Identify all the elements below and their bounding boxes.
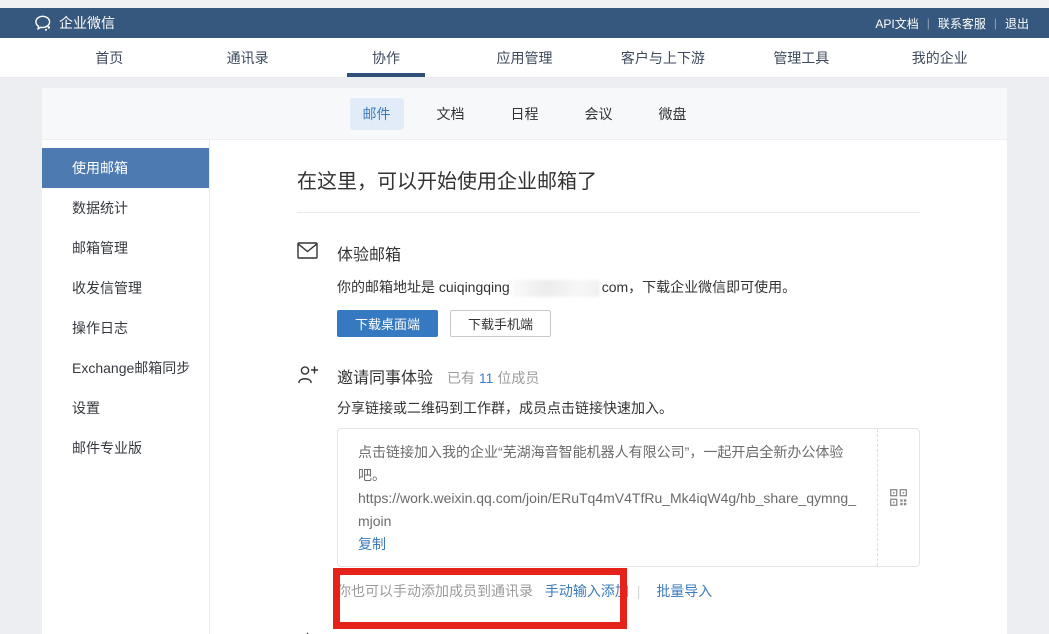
qr-code-icon[interactable] [890, 489, 907, 506]
topbar: 企业微信 API文档 | 联系客服 | 退出 [0, 8, 1049, 38]
add-person-icon [297, 364, 337, 601]
download-mobile-button[interactable]: 下载手机端 [450, 310, 551, 337]
member-count-number: 11 [479, 370, 494, 386]
logout-link[interactable]: 退出 [997, 15, 1037, 32]
wework-logo-icon [34, 14, 53, 33]
email-address-suffix: com，下载企业微信即可使用。 [602, 279, 796, 295]
nav-tab-my-company[interactable]: 我的企业 [895, 38, 985, 77]
nav-tab-contacts[interactable]: 通讯录 [203, 38, 293, 77]
nav-tab-label: 应用管理 [496, 48, 552, 68]
sidebar-item-settings[interactable]: 设置 [42, 388, 209, 428]
nav-tab-label: 通讯录 [227, 48, 269, 68]
invite-desc: 分享链接或二维码到工作群，成员点击链接快速加入。 [337, 398, 920, 418]
page-title: 在这里，可以开始使用企业邮箱了 [297, 165, 920, 194]
subtab-drive[interactable]: 微盘 [646, 98, 700, 130]
download-desktop-button[interactable]: 下载桌面端 [337, 310, 438, 337]
active-tab-underline [347, 73, 425, 77]
sidebar-item-statistics[interactable]: 数据统计 [42, 188, 209, 228]
qr-code-panel [877, 429, 919, 566]
subtab-meeting[interactable]: 会议 [572, 98, 626, 130]
nav-tab-label: 客户与上下游 [621, 48, 705, 68]
share-text: 点击链接加入我的企业“芜湖海音智能机器人有限公司”，一起开启全新办公体验吧。 [358, 441, 857, 487]
email-address-prefix: 你的邮箱地址是 cuiqingqing [337, 279, 510, 295]
member-count-prefix: 已有 [447, 370, 475, 386]
subtab-docs[interactable]: 文档 [424, 98, 478, 130]
nav-tab-label: 协作 [372, 48, 400, 68]
brand[interactable]: 企业微信 [34, 13, 115, 33]
share-link-box: 点击链接加入我的企业“芜湖海音智能机器人有限公司”，一起开启全新办公体验吧。 h… [337, 428, 920, 567]
redacted-email [512, 280, 600, 297]
collaboration-subnav: 邮件 文档 日程 会议 微盘 [42, 88, 1007, 140]
manual-add-row: 你也可以手动添加成员到通讯录 手动输入添加 | 批量导入 [337, 581, 920, 601]
divider [297, 212, 920, 213]
contact-support-link[interactable]: 联系客服 [930, 15, 994, 32]
screen: 企业微信 API文档 | 联系客服 | 退出 首页 通讯录 协作 应用管理 客户… [0, 0, 1049, 634]
subtab-calendar[interactable]: 日程 [498, 98, 552, 130]
sidebar-item-mail-pro[interactable]: 邮件专业版 [42, 428, 209, 468]
manual-hint: 你也可以手动添加成员到通讯录 [337, 583, 533, 599]
api-docs-link[interactable]: API文档 [867, 15, 926, 32]
sidebar-item-send-receive[interactable]: 收发信管理 [42, 268, 209, 308]
main-content: 在这里，可以开始使用企业邮箱了 体验邮箱 你的邮箱地址是 cuiqingqing… [210, 140, 1007, 634]
nav-tab-label: 我的企业 [912, 48, 968, 68]
content-card: 邮件 文档 日程 会议 微盘 使用邮箱 数据统计 邮箱管理 收发信管理 操作日志… [42, 88, 1007, 634]
trial-mailbox-section: 体验邮箱 你的邮箱地址是 cuiqingqingcom，下载企业微信即可使用。 … [297, 241, 920, 337]
invite-title: 邀请同事体验 [337, 364, 433, 388]
sidebar-item-use-mailbox[interactable]: 使用邮箱 [42, 148, 209, 188]
member-count-suffix: 位成员 [497, 370, 539, 386]
nav-tab-collaboration[interactable]: 协作 [341, 38, 431, 77]
sidebar-item-mailbox-management[interactable]: 邮箱管理 [42, 228, 209, 268]
nav-tab-customers[interactable]: 客户与上下游 [618, 38, 708, 77]
trial-title: 体验邮箱 [337, 241, 401, 265]
separator: | [637, 583, 641, 599]
browser-edge-strip [0, 0, 1049, 8]
copy-link[interactable]: 复制 [358, 536, 386, 552]
nav-tab-admin-tools[interactable]: 管理工具 [756, 38, 846, 77]
nav-tab-home[interactable]: 首页 [64, 38, 154, 77]
subtab-mail[interactable]: 邮件 [350, 98, 404, 130]
nav-tab-label: 管理工具 [773, 48, 829, 68]
nav-tab-apps[interactable]: 应用管理 [479, 38, 569, 77]
topbar-links: API文档 | 联系客服 | 退出 [867, 15, 1037, 32]
manual-add-link[interactable]: 手动输入添加 [545, 583, 629, 599]
share-url: https://work.weixin.qq.com/join/ERuTq4mV… [358, 487, 857, 533]
batch-import-link[interactable]: 批量导入 [656, 583, 712, 599]
sidebar-item-exchange-sync[interactable]: Exchange邮箱同步 [42, 348, 209, 388]
member-count: 已有 11 位成员 [447, 368, 539, 388]
trial-desc: 你的邮箱地址是 cuiqingqing com，下载企业微信即可使用。 [337, 277, 920, 297]
mail-sidebar: 使用邮箱 数据统计 邮箱管理 收发信管理 操作日志 Exchange邮箱同步 设… [42, 140, 210, 634]
envelope-icon [297, 241, 337, 337]
nav-tab-label: 首页 [95, 48, 123, 68]
brand-label: 企业微信 [59, 13, 115, 33]
invite-section: 邀请同事体验 已有 11 位成员 分享链接或二维码到工作群，成员点击链接快速加入… [297, 364, 920, 601]
primary-nav: 首页 通讯录 协作 应用管理 客户与上下游 管理工具 我的企业 [0, 38, 1049, 78]
share-link-content: 点击链接加入我的企业“芜湖海音智能机器人有限公司”，一起开启全新办公体验吧。 h… [338, 429, 877, 566]
sidebar-item-operation-log[interactable]: 操作日志 [42, 308, 209, 348]
